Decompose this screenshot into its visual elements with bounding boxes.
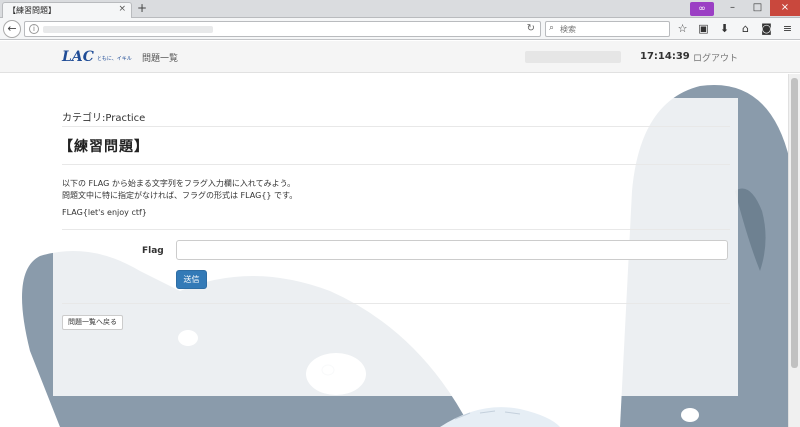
- web-page: LAC ともに、イキル 問題一覧 17:14:39 ログアウト カテゴリ:Pra…: [0, 41, 800, 427]
- flag-input[interactable]: [176, 240, 728, 260]
- divider: [62, 229, 730, 230]
- logo-tagline: ともに、イキル: [96, 56, 132, 62]
- category-label: カテゴリ:Practice: [62, 113, 146, 124]
- search-icon: ⌕: [549, 23, 555, 33]
- tab-close-icon[interactable]: ×: [118, 4, 126, 14]
- home-icon[interactable]: ⌂: [735, 20, 756, 38]
- maximize-button[interactable]: □: [745, 0, 770, 16]
- new-tab-button[interactable]: +: [137, 1, 147, 15]
- pocket-icon[interactable]: ◙: [756, 20, 777, 38]
- page-scrollbar[interactable]: [788, 74, 800, 427]
- problem-flag-example: FLAG{let's enjoy ctf}: [62, 208, 147, 217]
- site-header: LAC ともに、イキル 問題一覧 17:14:39 ログアウト: [0, 41, 800, 73]
- divider: [62, 126, 730, 127]
- problem-title: 【練習問題】: [59, 139, 149, 155]
- divider: [62, 303, 730, 304]
- browser-tab-active[interactable]: 【練習問題】 ×: [2, 2, 132, 18]
- divider: [62, 164, 730, 165]
- nav-problem-list-link[interactable]: 問題一覧: [142, 51, 178, 64]
- logout-link[interactable]: ログアウト: [693, 51, 738, 64]
- problem-panel: カテゴリ:Practice 【練習問題】 以下の FLAG から始まる文字列をフ…: [53, 98, 738, 396]
- search-input[interactable]: [560, 23, 665, 35]
- back-button[interactable]: ←: [3, 20, 21, 38]
- navigation-toolbar: ← i ↻ ⌕ ☆ ▣ ⬇ ⌂ ◙ ≡: [0, 18, 800, 40]
- library-icon[interactable]: ▣: [693, 20, 714, 38]
- toolbar-icons: ☆ ▣ ⬇ ⌂ ◙ ≡: [672, 20, 798, 38]
- site-info-icon[interactable]: i: [29, 24, 39, 34]
- flag-label: Flag: [142, 246, 164, 256]
- username-redacted: [525, 51, 621, 63]
- url-redacted: [43, 26, 213, 33]
- back-to-list-button[interactable]: 問題一覧へ戻る: [62, 315, 123, 330]
- minimize-button[interactable]: –: [720, 0, 745, 16]
- problem-description-line: 問題文中に特に指定がなければ、フラグの形式は FLAG{} です。: [62, 191, 298, 200]
- tab-bar: 【練習問題】 × + ∞ – □ ×: [0, 0, 800, 18]
- submit-button[interactable]: 送信: [176, 270, 207, 289]
- download-icon[interactable]: ⬇: [714, 20, 735, 38]
- window-controls: ∞ – □ ×: [690, 0, 800, 18]
- private-browsing-icon: ∞: [690, 2, 714, 16]
- clock: 17:14:39: [640, 51, 690, 62]
- reload-icon[interactable]: ↻: [527, 23, 535, 34]
- menu-icon[interactable]: ≡: [777, 20, 798, 38]
- problem-description-line: 以下の FLAG から始まる文字列をフラグ入力欄に入れてみよう。: [62, 179, 296, 188]
- lac-logo[interactable]: LAC ともに、イキル: [62, 49, 132, 65]
- bookmark-star-icon[interactable]: ☆: [672, 20, 693, 38]
- logo-wordmark: LAC: [62, 49, 94, 65]
- search-box[interactable]: ⌕: [545, 21, 670, 37]
- tab-title: 【練習問題】: [8, 6, 56, 15]
- address-bar[interactable]: i ↻: [24, 21, 541, 37]
- scrollbar-thumb[interactable]: [791, 78, 798, 368]
- close-window-button[interactable]: ×: [770, 0, 800, 16]
